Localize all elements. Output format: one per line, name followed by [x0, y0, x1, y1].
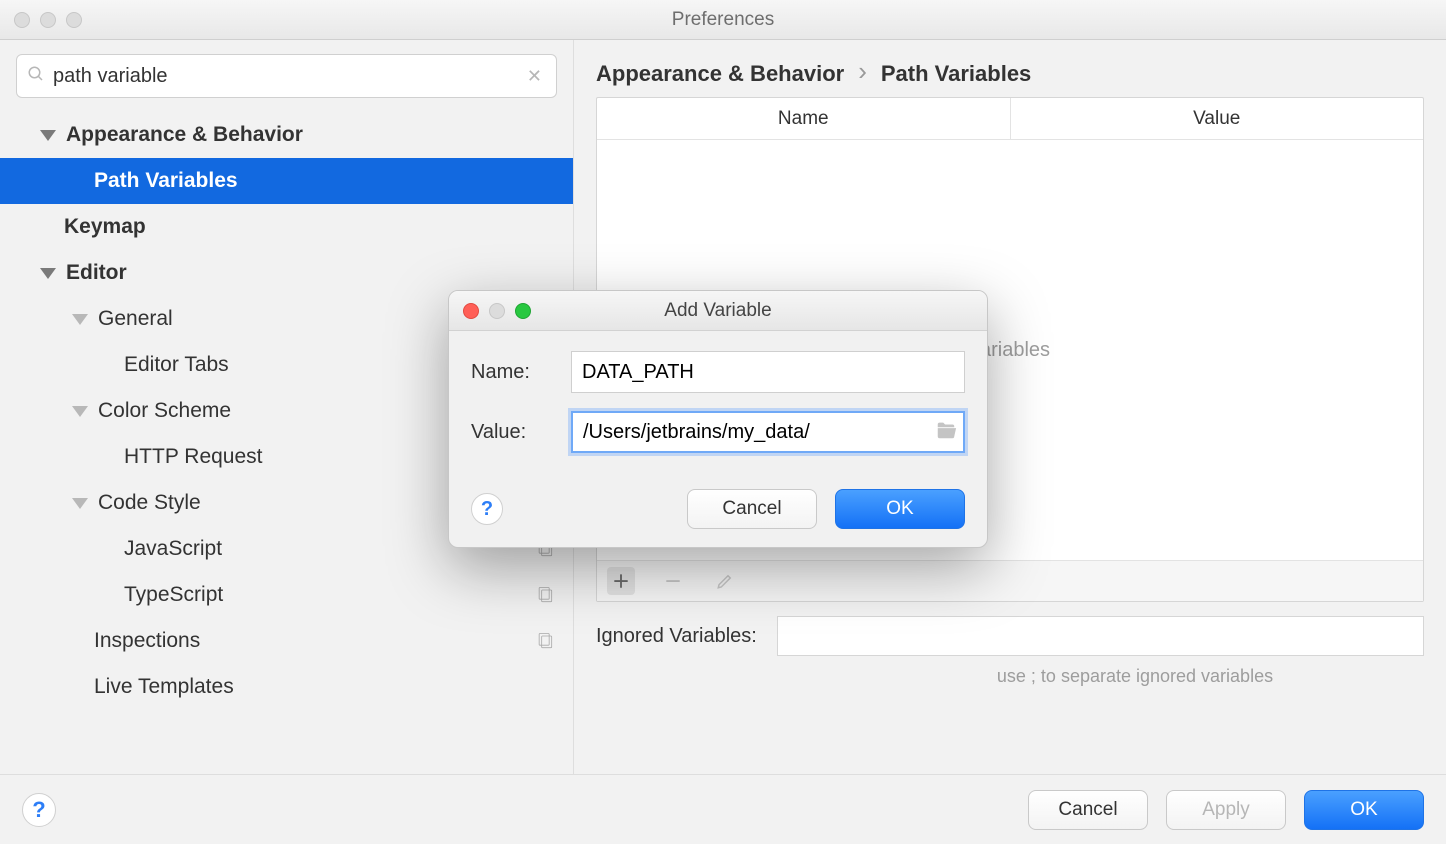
- ignored-variables-row: Ignored Variables:: [596, 616, 1424, 656]
- breadcrumb-group[interactable]: Appearance & Behavior: [596, 61, 844, 87]
- cancel-button[interactable]: Cancel: [1028, 790, 1148, 830]
- breadcrumb: Appearance & Behavior › Path Variables: [574, 40, 1446, 97]
- tree-label: Path Variables: [94, 169, 238, 193]
- tree-label: Editor Tabs: [124, 353, 229, 377]
- dialog-help-button[interactable]: ?: [471, 493, 503, 525]
- scheme-icon: [535, 631, 555, 651]
- tree-label: Code Style: [98, 491, 201, 515]
- ok-button[interactable]: OK: [1304, 790, 1424, 830]
- add-variable-dialog: Add Variable Name: Value: ? Cancel OK: [448, 290, 988, 548]
- ignored-variables-label: Ignored Variables:: [596, 625, 757, 648]
- apply-button[interactable]: Apply: [1166, 790, 1286, 830]
- scheme-icon: [535, 585, 555, 605]
- ignored-variables-hint: use ; to separate ignored variables: [747, 662, 1273, 687]
- table-toolbar: [597, 560, 1423, 601]
- tree-item-live-templates[interactable]: Live Templates: [0, 664, 573, 710]
- remove-button[interactable]: [659, 567, 687, 595]
- search-field[interactable]: ✕: [16, 54, 557, 98]
- tree-item-keymap[interactable]: Keymap: [0, 204, 573, 250]
- tree-label: Appearance & Behavior: [66, 123, 303, 147]
- name-input[interactable]: [571, 351, 965, 393]
- edit-button[interactable]: [711, 567, 739, 595]
- preferences-footer: ? Cancel Apply OK: [0, 774, 1446, 844]
- add-button[interactable]: [607, 567, 635, 595]
- window-title: Preferences: [0, 9, 1446, 31]
- breadcrumb-page: Path Variables: [881, 61, 1031, 87]
- tree-label: General: [98, 307, 173, 331]
- search-icon: [27, 65, 45, 88]
- window-titlebar: Preferences: [0, 0, 1446, 40]
- chevron-down-icon: [72, 406, 88, 417]
- dialog-title: Add Variable: [449, 300, 987, 322]
- chevron-down-icon: [72, 498, 88, 509]
- tree-label: Inspections: [94, 629, 200, 653]
- tree-item-appearance-behavior[interactable]: Appearance & Behavior: [0, 112, 573, 158]
- tree-item-typescript[interactable]: TypeScript: [0, 572, 573, 618]
- tree-label: TypeScript: [124, 583, 223, 607]
- search-input[interactable]: [45, 65, 523, 88]
- table-header-value[interactable]: Value: [1010, 98, 1424, 139]
- chevron-down-icon: [40, 268, 56, 279]
- dialog-cancel-button[interactable]: Cancel: [687, 489, 817, 529]
- chevron-down-icon: [40, 130, 56, 141]
- name-label: Name:: [471, 361, 571, 384]
- value-label: Value:: [471, 421, 571, 444]
- dialog-ok-button[interactable]: OK: [835, 489, 965, 529]
- value-input[interactable]: [571, 411, 965, 453]
- table-header-name[interactable]: Name: [597, 98, 1010, 139]
- ignored-variables-input[interactable]: [777, 616, 1424, 656]
- tree-label: Keymap: [64, 215, 146, 239]
- tree-label: Live Templates: [94, 675, 234, 699]
- clear-search-icon[interactable]: ✕: [523, 66, 546, 87]
- tree-label: Editor: [66, 261, 127, 285]
- help-button[interactable]: ?: [22, 793, 56, 827]
- dialog-titlebar: Add Variable: [449, 291, 987, 331]
- folder-icon[interactable]: [935, 419, 957, 446]
- tree-item-path-variables[interactable]: Path Variables: [0, 158, 573, 204]
- tree-label: JavaScript: [124, 537, 222, 561]
- tree-label: HTTP Request: [124, 445, 263, 469]
- tree-item-inspections[interactable]: Inspections: [0, 618, 573, 664]
- tree-label: Color Scheme: [98, 399, 231, 423]
- chevron-down-icon: [72, 314, 88, 325]
- chevron-right-icon: ›: [858, 56, 867, 87]
